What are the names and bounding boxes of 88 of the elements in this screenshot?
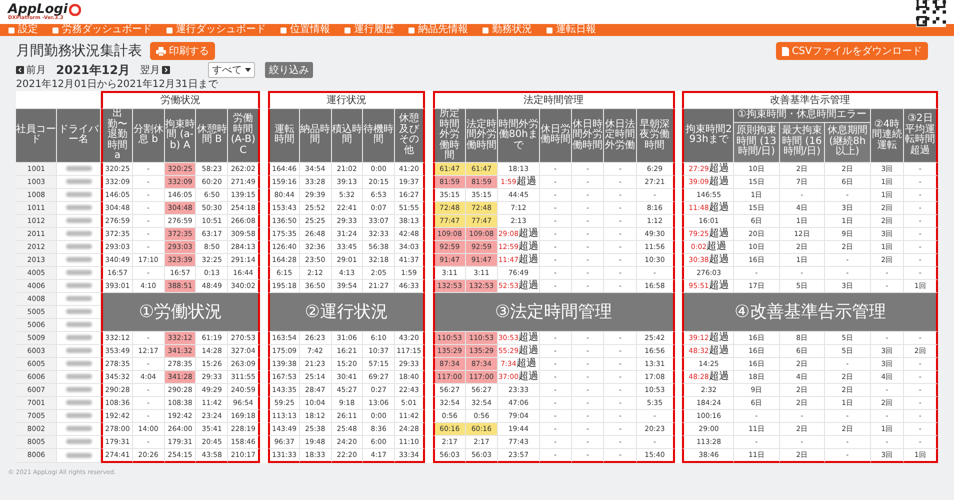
section-title: 労働状況 xyxy=(101,91,260,109)
redacted-name xyxy=(66,374,92,380)
redacted-name xyxy=(66,439,92,444)
page-icon xyxy=(344,26,351,34)
redacted-name xyxy=(66,231,92,236)
redacted-name xyxy=(66,413,92,418)
redacted-name xyxy=(66,270,92,276)
column-header: 社員コード xyxy=(16,109,58,162)
redacted-name xyxy=(66,205,92,210)
column-header: 時間外労働80hまで xyxy=(498,109,540,162)
nav-link[interactable]: 運行履歴 xyxy=(344,25,394,35)
redacted-name xyxy=(66,361,92,366)
redacted-name xyxy=(66,426,92,432)
current-month: 2021年12月 xyxy=(56,62,130,78)
column-header: ①拘束時間・休息時間エラー xyxy=(734,109,871,123)
page-icon xyxy=(408,26,415,34)
column-header: 休憩時間 B xyxy=(196,109,228,162)
section-title: 改善基準告示管理 xyxy=(682,91,938,109)
filter-button[interactable]: 絞り込み xyxy=(265,62,314,78)
page-icon xyxy=(546,26,553,34)
logo-text: AppLogi xyxy=(8,3,68,16)
nav-link[interactable]: 運行ダッシュボード xyxy=(166,25,266,35)
redacted-name xyxy=(66,218,92,224)
annotation-label: ③法定時間管理 xyxy=(432,292,675,332)
redacted-name xyxy=(66,283,92,288)
nav-link[interactable]: 勤務状況 xyxy=(482,25,532,35)
redacted-name xyxy=(66,400,92,406)
column-header: 休日時間外労働時間 xyxy=(572,109,604,162)
column-header: 法定時間外労働時間 xyxy=(466,109,498,162)
redacted-name xyxy=(66,192,92,198)
section-title: 法定時間管理 xyxy=(432,91,675,109)
page-icon xyxy=(166,26,173,34)
redacted-name xyxy=(66,166,92,172)
redacted-name xyxy=(66,296,92,302)
column-header: ②4時間連続運転 xyxy=(870,109,904,162)
column-header: 休息期間 (継続8h以上) xyxy=(825,122,871,162)
next-month-link[interactable]: 翌月 xyxy=(140,63,170,77)
redacted-name xyxy=(66,309,92,314)
left-arrow-icon xyxy=(16,66,24,74)
column-header: 積込時間 xyxy=(332,109,364,162)
column-header: 出勤〜退勤時間 a xyxy=(101,109,133,162)
redacted-name xyxy=(66,348,92,354)
annotation-label: ②運行状況 xyxy=(268,292,425,332)
column-header: 早朝深夜労働時間 xyxy=(636,109,675,162)
column-header: 運転時間 xyxy=(268,109,300,162)
redacted-name xyxy=(66,452,92,458)
filter-select[interactable]: すべて xyxy=(208,62,256,78)
column-header: ③2日平均運転時間超過 xyxy=(904,109,938,162)
nav-link[interactable]: 労務ダッシュボード xyxy=(52,25,152,35)
redacted-name xyxy=(66,179,92,184)
caret-icon xyxy=(245,68,252,72)
column-header: 休日労働時間 xyxy=(540,109,572,162)
column-header: ドライバー名 xyxy=(57,109,102,162)
column-header: 拘束時間 (a-b) A xyxy=(164,109,196,162)
right-arrow-icon xyxy=(162,66,170,74)
nav-link[interactable]: 納品先情報 xyxy=(408,25,468,35)
column-header: 休憩及びその他 xyxy=(394,109,425,162)
column-header: 納品時間 xyxy=(300,109,332,162)
page-title: 月間勤務状況集計表 xyxy=(16,42,142,60)
nav-link[interactable]: 運転日報 xyxy=(546,25,596,35)
page-icon xyxy=(482,26,489,34)
previous-month-link[interactable]: 前月 xyxy=(16,63,46,77)
nav-link[interactable]: 位置情報 xyxy=(280,25,330,35)
page-icon xyxy=(280,26,287,34)
file-icon xyxy=(782,46,789,56)
column-header: 原則拘束時間 (13時間/日) xyxy=(734,122,780,162)
column-header: 分割休息 b xyxy=(132,109,165,162)
redacted-name xyxy=(66,322,92,328)
redacted-name xyxy=(66,244,92,250)
period-text: 2021年12月01日から2021年12月31日まで xyxy=(16,78,219,91)
section-title: 運行状況 xyxy=(268,91,425,109)
annotation-label: ①労働状況 xyxy=(101,292,260,332)
printer-icon xyxy=(156,46,166,56)
print-button[interactable]: 印刷する xyxy=(150,42,215,60)
column-header: 所定時間外労働時間 xyxy=(432,109,466,162)
redacted-name xyxy=(66,387,92,392)
redacted-name xyxy=(66,335,92,340)
column-header: 労働時間 (A-B) C xyxy=(228,109,260,162)
redacted-name xyxy=(66,257,92,262)
page-icon xyxy=(8,26,15,34)
nav-link[interactable]: 設定 xyxy=(8,25,38,35)
column-header: 拘束時間293hまで xyxy=(682,109,734,162)
annotation-label: ④改善基準告示管理 xyxy=(682,292,938,332)
column-header: 最大拘束時間 (16時間/日) xyxy=(780,122,826,162)
csv-download-button[interactable]: CSVファイルをダウンロード xyxy=(776,42,928,60)
page-icon xyxy=(52,26,59,34)
column-header: 休日法定時間外労働 xyxy=(604,109,637,162)
column-header: 待機時間 xyxy=(363,109,395,162)
